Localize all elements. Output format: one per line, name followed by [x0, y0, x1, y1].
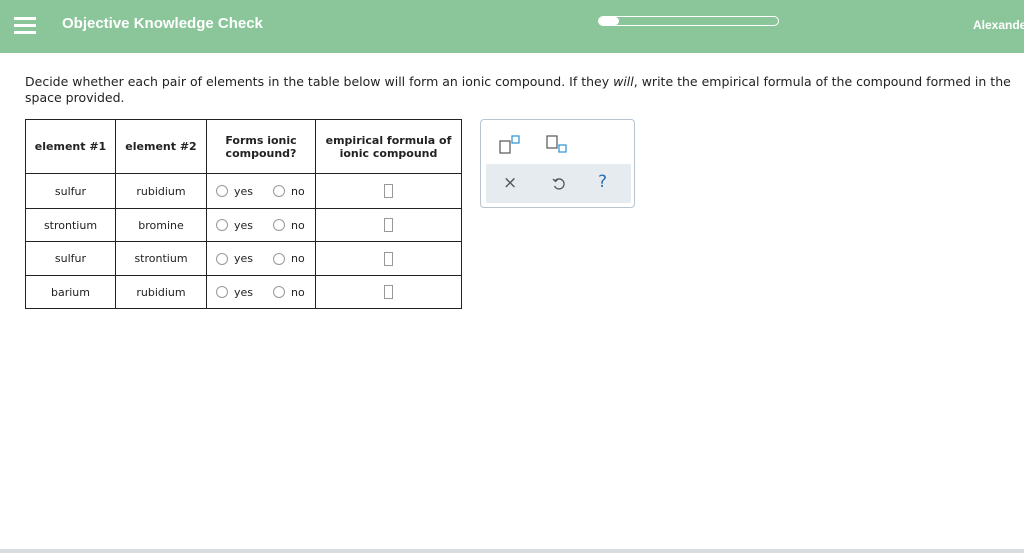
clear-icon[interactable]: × — [503, 175, 517, 192]
table-row: barium rubidium yes no — [25, 275, 462, 309]
question-instructions: Decide whether each pair of elements in … — [25, 74, 1024, 106]
row-element-2: bromine — [115, 208, 207, 242]
row-element-2: strontium — [115, 241, 207, 276]
header-empirical-formula: empirical formula of ionic compound — [315, 119, 462, 174]
no-radio[interactable] — [273, 185, 285, 197]
hamburger-menu-icon[interactable] — [14, 15, 36, 35]
yes-label: yes — [234, 218, 254, 232]
table-row: strontium bromine yes no — [25, 208, 462, 242]
yes-label: yes — [234, 252, 254, 265]
row-ionic-choice: yes no — [206, 275, 316, 309]
table-row: sulfur rubidium yes no — [25, 173, 462, 209]
row-element-1: sulfur — [25, 241, 116, 276]
header-formula-line1: empirical formula of — [325, 133, 452, 147]
subscript-icon[interactable] — [546, 135, 570, 159]
header-forms-ionic: Forms ionic compound? — [206, 119, 316, 174]
row-ionic-choice: yes no — [206, 208, 316, 242]
row-formula-cell — [315, 275, 462, 309]
no-label: no — [291, 218, 305, 232]
no-label: no — [291, 252, 305, 265]
instructions-emphasis: will — [613, 74, 634, 89]
table-header-row: element #1 element #2 Forms ionic compou… — [25, 119, 462, 174]
yes-label: yes — [234, 184, 254, 198]
top-header-bar: Objective Knowledge Check Alexander — [0, 0, 1024, 53]
no-label: no — [291, 285, 305, 299]
yes-radio[interactable] — [216, 252, 228, 265]
progress-bar — [598, 16, 779, 26]
superscript-icon[interactable] — [499, 135, 523, 159]
yes-radio[interactable] — [216, 185, 228, 197]
formula-answer-box[interactable] — [384, 218, 393, 232]
row-element-2: rubidium — [115, 173, 207, 209]
formula-answer-box[interactable] — [384, 285, 393, 299]
header-formula-line2: ionic compound — [339, 146, 438, 160]
page-title: Objective Knowledge Check — [62, 15, 263, 32]
no-radio[interactable] — [273, 286, 285, 298]
row-formula-cell — [315, 173, 462, 209]
header-forms-ionic-line1: Forms ionic — [225, 133, 297, 147]
formula-tool-palette: × ? — [480, 119, 635, 208]
formula-answer-box[interactable] — [384, 184, 393, 198]
header-element-2: element #2 — [115, 119, 207, 174]
row-ionic-choice: yes no — [206, 173, 316, 209]
table-row: sulfur strontium yes no — [25, 241, 462, 276]
progress-fill — [599, 17, 619, 25]
bottom-divider — [0, 549, 1024, 553]
no-radio[interactable] — [273, 219, 285, 231]
question-table: element #1 element #2 Forms ionic compou… — [25, 119, 462, 309]
row-element-2: rubidium — [115, 275, 207, 309]
row-element-1: barium — [25, 275, 116, 309]
undo-icon[interactable] — [551, 176, 567, 196]
header-element-1: element #1 — [25, 119, 116, 174]
row-ionic-choice: yes no — [206, 241, 316, 276]
user-name[interactable]: Alexander — [973, 18, 1024, 32]
yes-radio[interactable] — [216, 219, 228, 231]
yes-label: yes — [234, 285, 254, 299]
row-formula-cell — [315, 241, 462, 276]
no-label: no — [291, 184, 305, 198]
instructions-text-1: Decide whether each pair of elements in … — [25, 74, 614, 89]
row-element-1: sulfur — [25, 173, 116, 209]
no-radio[interactable] — [273, 252, 285, 265]
formula-answer-box[interactable] — [384, 251, 393, 266]
row-formula-cell — [315, 208, 462, 242]
header-forms-ionic-line2: compound? — [225, 146, 297, 160]
row-element-1: strontium — [25, 208, 116, 242]
help-icon[interactable]: ? — [598, 173, 607, 191]
yes-radio[interactable] — [216, 286, 228, 298]
